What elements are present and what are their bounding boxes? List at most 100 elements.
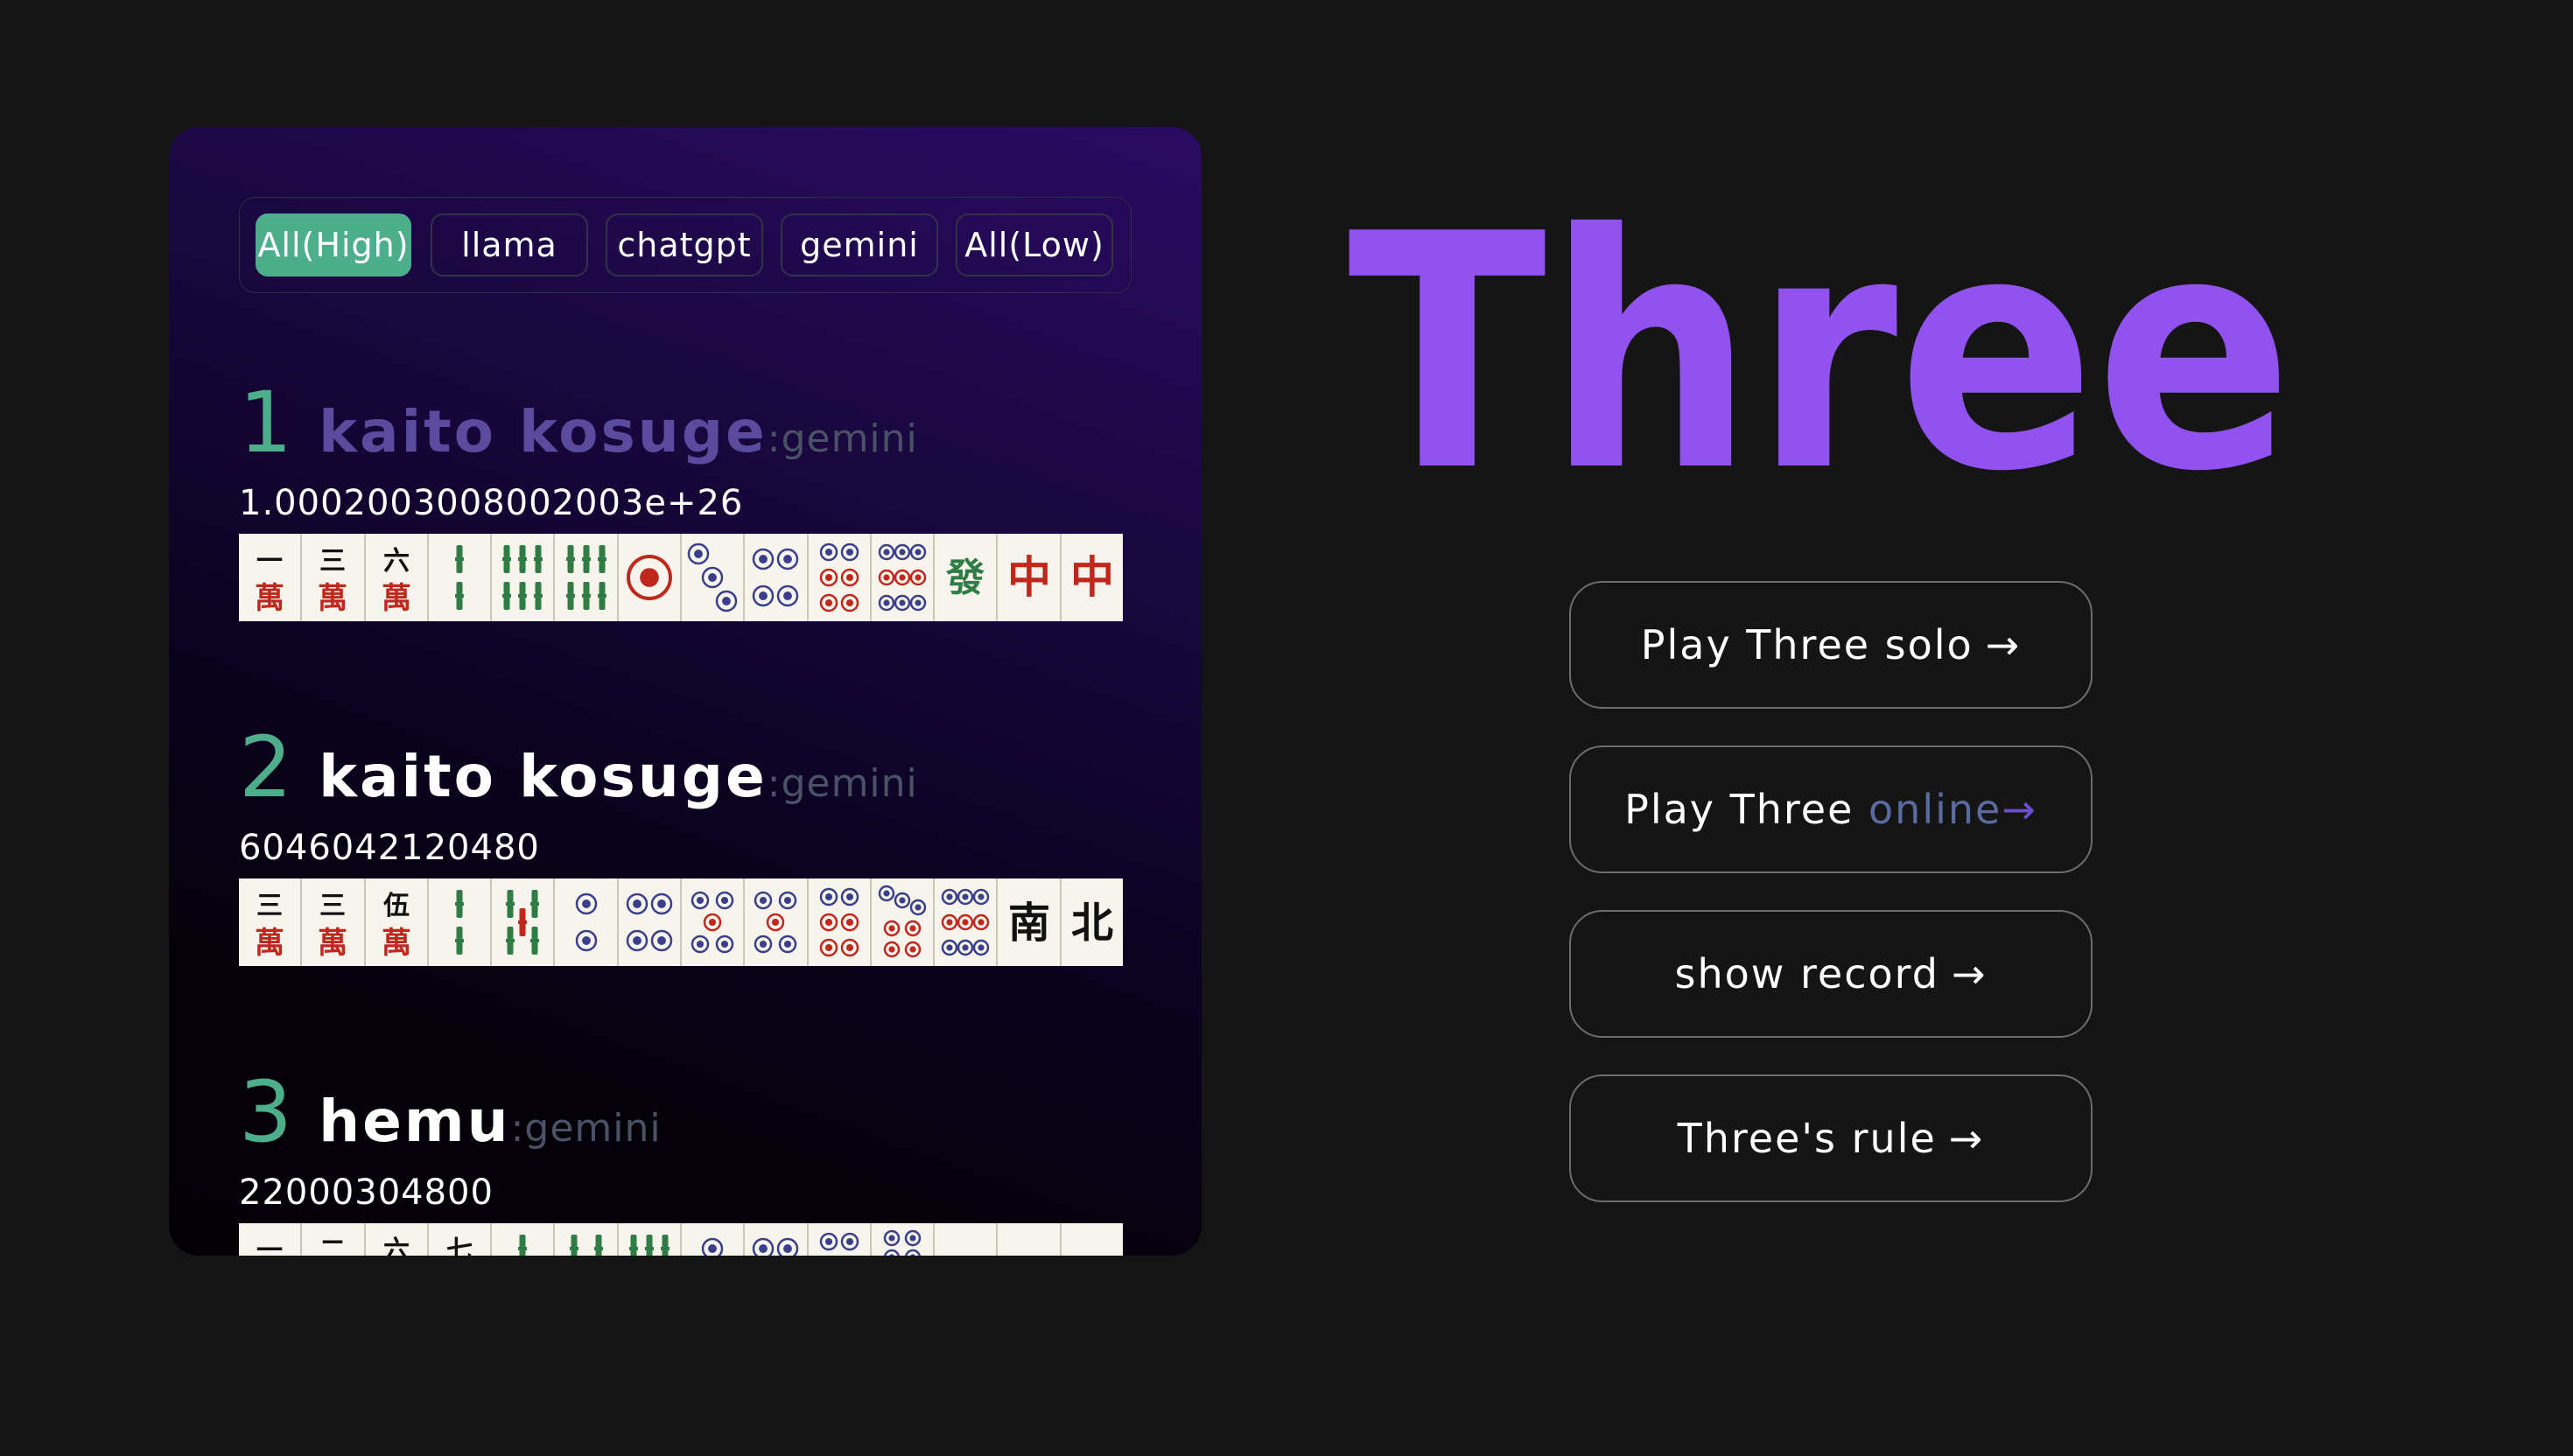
model-tag: :gemini <box>767 761 918 806</box>
mahjong-tile-sou-6 <box>555 534 619 621</box>
mahjong-tile-sou-4 <box>555 1223 619 1256</box>
svg-text:二: 二 <box>319 1236 346 1256</box>
mahjong-tile-sou-6 <box>618 1223 682 1256</box>
model-filter-bar: All(High) llama chatgpt gemini All(Low) <box>239 197 1132 293</box>
svg-text:中: 中 <box>1007 551 1051 603</box>
svg-text:六: 六 <box>383 1236 410 1256</box>
svg-text:七: 七 <box>446 1236 473 1256</box>
svg-text:萬: 萬 <box>382 926 411 961</box>
score: 1.0002003008002003e+26 <box>239 483 744 523</box>
model-tag: :gemini <box>510 1106 662 1151</box>
mahjong-tile-man-6: 六萬 <box>365 1223 429 1256</box>
rules-button[interactable]: Three's rule → <box>1569 1074 2093 1202</box>
mahjong-tile-pin-2 <box>681 1223 746 1256</box>
tile-hand: 一萬三萬六萬發中中 <box>239 534 1123 621</box>
entry-header: 3 hemu :gemini <box>239 1070 1132 1155</box>
svg-text:南: 南 <box>1008 899 1050 948</box>
mahjong-tile-sou-2 <box>428 534 493 621</box>
svg-text:萬: 萬 <box>318 581 347 616</box>
score: 22000304800 <box>239 1172 494 1213</box>
mahjong-tile-pin-4 <box>745 534 809 621</box>
rank-number: 3 <box>239 1063 293 1161</box>
svg-text:發: 發 <box>945 556 985 600</box>
filter-all-high[interactable]: All(High) <box>256 214 411 276</box>
player-name: kaito kosuge <box>319 398 768 466</box>
mahjong-tile-sou-6 <box>492 534 556 621</box>
show-record-label: show record <box>1674 950 1939 998</box>
svg-text:萬: 萬 <box>255 926 284 961</box>
mahjong-tile-pin-6 <box>808 534 872 621</box>
play-solo-button[interactable]: Play Three solo → <box>1569 581 2093 709</box>
mahjong-tile-man-1: 一萬 <box>239 1223 303 1256</box>
svg-text:一: 一 <box>256 1236 283 1256</box>
arrow-right-icon: → <box>2002 786 2037 833</box>
show-record-button[interactable]: show record → <box>1569 910 2093 1038</box>
arrow-right-icon: → <box>1985 621 2022 668</box>
mahjong-tile-man-5: 伍萬 <box>365 878 429 966</box>
leaderboard-entry-1: 1 kaito kosuge :gemini 1.000200300800200… <box>239 381 1132 621</box>
online-accent-label: online <box>1868 786 2002 833</box>
mahjong-tile-honor <box>935 1223 999 1256</box>
filter-chatgpt[interactable]: chatgpt <box>606 214 763 276</box>
svg-text:北: 北 <box>1071 899 1113 948</box>
mahjong-tile-man-7: 七萬 <box>428 1223 493 1256</box>
mahjong-tile-pin-6 <box>808 1223 872 1256</box>
filter-gemini[interactable]: gemini <box>781 214 938 276</box>
svg-text:三: 三 <box>319 891 346 921</box>
player-name: hemu <box>319 1088 511 1155</box>
leaderboard-entry-3: 3 hemu :gemini 22000304800 一萬二萬六萬七萬 <box>239 1070 1132 1256</box>
mahjong-tile-pin-2 <box>555 878 619 966</box>
play-online-button[interactable]: Play Three online → <box>1569 746 2093 873</box>
mahjong-tile-sou-3 <box>492 1223 556 1256</box>
rank-number: 1 <box>239 374 293 472</box>
svg-text:中: 中 <box>1070 551 1114 603</box>
filter-llama[interactable]: llama <box>431 214 588 276</box>
mahjong-tile-sou-5 <box>492 878 556 966</box>
mahjong-tile-man-3: 三萬 <box>302 878 366 966</box>
play-online-label: Play Three <box>1624 786 1854 833</box>
score: 6046042120480 <box>239 828 540 868</box>
mahjong-tile-sou-2 <box>428 878 493 966</box>
mahjong-tile-dragon-green: 發 <box>935 534 999 621</box>
mahjong-tile-man-6: 六萬 <box>365 534 429 621</box>
rules-label: Three's rule <box>1677 1115 1937 1162</box>
svg-text:伍: 伍 <box>383 891 410 921</box>
rank-number: 2 <box>239 718 293 816</box>
mahjong-tile-dragon-red: 中 <box>998 534 1062 621</box>
svg-text:萬: 萬 <box>255 581 284 616</box>
svg-text:萬: 萬 <box>318 926 347 961</box>
entry-header: 2 kaito kosuge :gemini <box>239 725 1132 810</box>
mahjong-tile-pin-1 <box>618 534 682 621</box>
mahjong-tile-pin-8 <box>871 1223 936 1256</box>
arrow-right-icon: → <box>1948 1115 1985 1162</box>
model-tag: :gemini <box>767 416 918 461</box>
svg-text:一: 一 <box>256 546 283 577</box>
mahjong-tile-pin-9 <box>935 878 999 966</box>
mahjong-tile-honor <box>998 1223 1062 1256</box>
mahjong-tile-pin-4 <box>745 1223 809 1256</box>
mahjong-tile-honor <box>1061 1223 1123 1256</box>
svg-text:三: 三 <box>319 546 346 577</box>
mahjong-tile-pin-6 <box>808 878 872 966</box>
tile-hand: 三萬三萬伍萬南北 <box>239 878 1123 966</box>
game-title-logo: Three <box>1348 166 2293 472</box>
mahjong-tile-wind-north: 北 <box>1061 878 1123 966</box>
mahjong-tile-pin-3 <box>681 534 746 621</box>
mahjong-tile-wind-south: 南 <box>998 878 1062 966</box>
mahjong-tile-man-1: 一萬 <box>239 534 303 621</box>
arrow-right-icon: → <box>1951 950 1988 998</box>
mahjong-tile-pin-5 <box>681 878 746 966</box>
filter-all-low[interactable]: All(Low) <box>956 214 1113 276</box>
mahjong-tile-pin-5 <box>745 878 809 966</box>
play-solo-label: Play Three solo <box>1640 621 1974 668</box>
entry-header: 1 kaito kosuge :gemini <box>239 381 1132 466</box>
svg-text:萬: 萬 <box>382 581 411 616</box>
game-title: Three <box>1348 166 2293 472</box>
mahjong-tile-man-3: 三萬 <box>239 878 303 966</box>
leaderboard-panel[interactable]: All(High) llama chatgpt gemini All(Low) … <box>169 127 1202 1256</box>
svg-text:三: 三 <box>256 891 283 921</box>
mahjong-tile-pin-4 <box>618 878 682 966</box>
mahjong-tile-pin-9 <box>871 534 936 621</box>
svg-text:六: 六 <box>383 546 410 577</box>
mahjong-tile-man-3: 三萬 <box>302 534 366 621</box>
